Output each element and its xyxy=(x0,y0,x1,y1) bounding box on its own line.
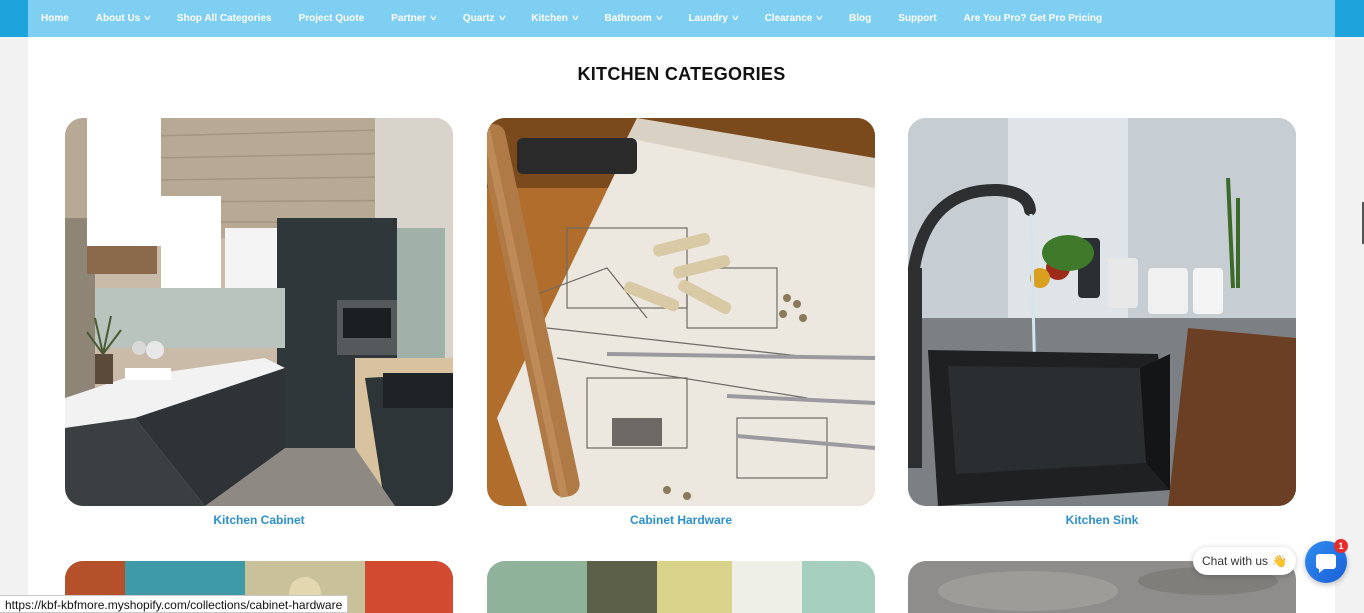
nav-item-partner[interactable]: Partner ˅ xyxy=(391,13,437,24)
nav-label: Project Quote xyxy=(298,13,365,24)
nav-label: Support xyxy=(898,13,937,24)
kitchen-cabinet-image[interactable] xyxy=(65,118,453,506)
nav-item-bathroom[interactable]: Bathroom ˅ xyxy=(604,13,663,24)
chevron-down-icon: ˅ xyxy=(816,14,823,23)
category-label-cabinet-hardware[interactable]: Cabinet Hardware xyxy=(487,513,875,527)
nav-item-clearance[interactable]: Clearance ˅ xyxy=(764,13,823,24)
cabinet-hardware-image[interactable] xyxy=(487,118,875,506)
chevron-down-icon: ˅ xyxy=(430,14,437,23)
chat-label: Chat with us xyxy=(1202,554,1269,568)
nav-item-blog[interactable]: Blog xyxy=(849,13,871,24)
category-image-row2-2[interactable] xyxy=(487,561,875,613)
nav-label: Kitchen xyxy=(531,13,568,24)
page-title: KITCHEN CATEGORIES xyxy=(577,64,786,84)
nav-item-shop-all-categories[interactable]: Shop All Categories xyxy=(177,13,272,24)
nav-item-home[interactable]: Home xyxy=(41,13,69,24)
main-content: KITCHEN CATEGORIES Kitchen Cabinet Cabin… xyxy=(28,37,1335,613)
chevron-down-icon: ˅ xyxy=(498,14,506,23)
nav-label: Laundry xyxy=(688,13,728,24)
chat-with-us-button[interactable]: Chat with us 👋 xyxy=(1193,547,1296,575)
category-card-row2-2[interactable] xyxy=(487,561,875,613)
chevron-down-icon: ˅ xyxy=(731,14,739,23)
nav-item-kitchen[interactable]: Kitchen ˅ xyxy=(531,13,579,24)
nav-label: Shop All Categories xyxy=(176,13,272,24)
nav-label: Blog xyxy=(849,13,872,24)
nav-label: Clearance xyxy=(764,13,813,24)
chevron-down-icon: ˅ xyxy=(655,14,663,23)
kitchen-sink-image[interactable] xyxy=(908,118,1296,506)
nav-item-pro-pricing[interactable]: Are You Pro? Get Pro Pricing xyxy=(964,13,1103,24)
category-card-kitchen-cabinet[interactable]: Kitchen Cabinet xyxy=(65,118,453,527)
nav-item-laundry[interactable]: Laundry ˅ xyxy=(688,13,739,24)
category-card-cabinet-hardware[interactable]: Cabinet Hardware xyxy=(487,118,875,527)
nav-label: Bathroom xyxy=(604,13,652,24)
category-label-kitchen-sink[interactable]: Kitchen Sink xyxy=(908,513,1296,527)
notification-badge: 1 xyxy=(1334,539,1348,553)
nav-label: About Us xyxy=(95,13,141,24)
waving-hand-icon: 👋 xyxy=(1272,554,1287,568)
status-bar-url: https://kbf-kbfmore.myshopify.com/collec… xyxy=(0,595,349,613)
nav-item-project-quote[interactable]: Project Quote xyxy=(299,13,365,24)
chevron-down-icon: ˅ xyxy=(144,14,151,23)
nav-label: Are You Pro? Get Pro Pricing xyxy=(963,13,1103,24)
nav-label: Quartz xyxy=(462,13,495,24)
chevron-down-icon: ˅ xyxy=(571,14,579,23)
category-card-kitchen-sink[interactable]: Kitchen Sink xyxy=(908,118,1296,527)
nav-label: Partner xyxy=(391,13,427,24)
main-nav: Home About Us ˅ Shop All Categories Proje… xyxy=(28,0,1335,37)
nav-edge-left xyxy=(0,0,28,37)
nav-edge-right xyxy=(1335,0,1364,37)
category-label-kitchen-cabinet[interactable]: Kitchen Cabinet xyxy=(65,513,453,527)
nav-item-about-us[interactable]: About Us ˅ xyxy=(95,13,151,24)
nav-item-support[interactable]: Support xyxy=(898,13,936,24)
nav-label: Home xyxy=(41,13,69,24)
nav-item-quartz[interactable]: Quartz ˅ xyxy=(462,13,506,24)
